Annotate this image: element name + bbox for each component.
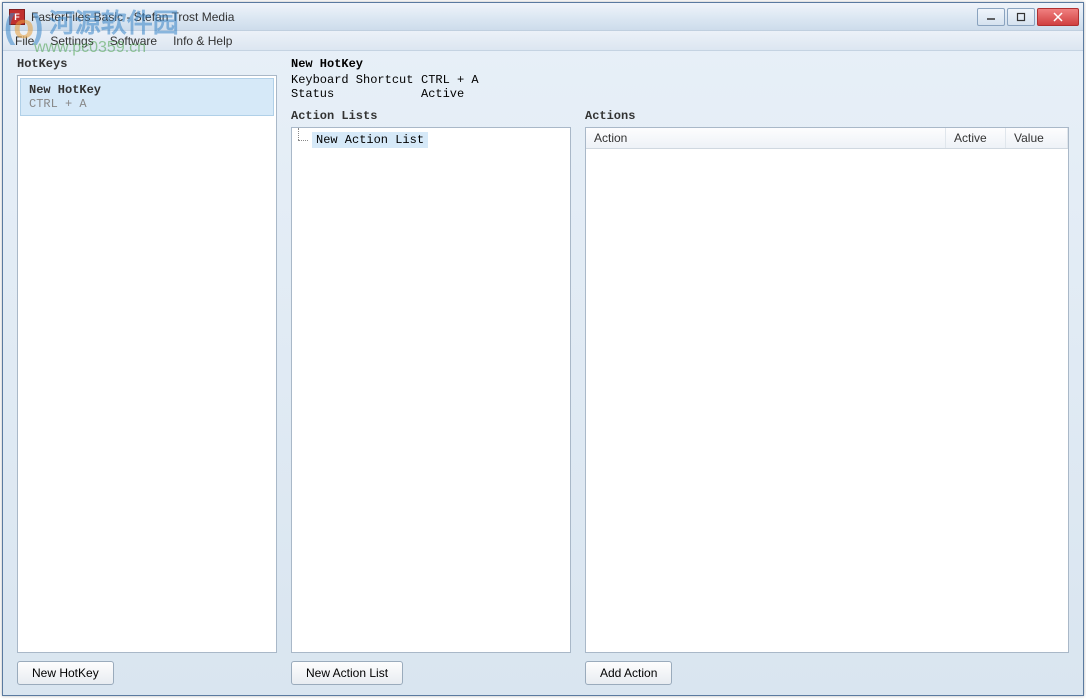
window-controls: [977, 8, 1079, 26]
add-action-button[interactable]: Add Action: [585, 661, 672, 685]
column-action[interactable]: Action: [586, 128, 946, 148]
actions-table-header: Action Active Value: [586, 128, 1068, 149]
actionlists-heading: Action Lists: [291, 109, 571, 123]
detail-name: New HotKey: [291, 57, 571, 71]
hotkeys-heading: HotKeys: [17, 57, 277, 71]
actions-heading: Actions: [585, 109, 1069, 123]
actionlist-item[interactable]: New Action List: [312, 132, 428, 148]
actionlists-tree[interactable]: New Action List: [291, 127, 571, 653]
hotkey-item-name: New HotKey: [29, 83, 265, 97]
detail-status-label: Status: [291, 87, 421, 101]
maximize-button[interactable]: [1007, 8, 1035, 26]
detail-shortcut-value: CTRL + A: [421, 73, 479, 87]
app-icon: F: [9, 9, 25, 25]
column-value[interactable]: Value: [1006, 128, 1068, 148]
new-actionlist-button[interactable]: New Action List: [291, 661, 403, 685]
hotkey-item-shortcut: CTRL + A: [29, 97, 265, 111]
menu-file[interactable]: File: [7, 32, 42, 50]
menu-software[interactable]: Software: [102, 32, 165, 50]
hotkey-item[interactable]: New HotKey CTRL + A: [20, 78, 274, 116]
window-title: FasterFiles Basic - Stefan Trost Media: [31, 10, 977, 24]
app-window: F FasterFiles Basic - Stefan Trost Media…: [2, 2, 1084, 696]
actions-panel: Actions Action Active Value Add Action: [585, 57, 1069, 685]
content-area: HotKeys New HotKey CTRL + A New HotKey N…: [3, 51, 1083, 695]
hotkey-details: New HotKey Keyboard Shortcut CTRL + A St…: [291, 57, 571, 101]
hotkeys-list[interactable]: New HotKey CTRL + A: [17, 75, 277, 653]
minimize-icon: [986, 12, 996, 22]
close-icon: [1053, 12, 1063, 22]
detail-status-value: Active: [421, 87, 464, 101]
menu-settings[interactable]: Settings: [42, 32, 101, 50]
actions-table[interactable]: Action Active Value: [585, 127, 1069, 653]
new-hotkey-button[interactable]: New HotKey: [17, 661, 114, 685]
maximize-icon: [1016, 12, 1026, 22]
menubar: File Settings Software Info & Help: [3, 31, 1083, 51]
hotkeys-panel: HotKeys New HotKey CTRL + A New HotKey: [17, 57, 277, 685]
close-button[interactable]: [1037, 8, 1079, 26]
column-active[interactable]: Active: [946, 128, 1006, 148]
detail-shortcut-label: Keyboard Shortcut: [291, 73, 421, 87]
titlebar[interactable]: F FasterFiles Basic - Stefan Trost Media: [3, 3, 1083, 31]
menu-info-help[interactable]: Info & Help: [165, 32, 240, 50]
actionlists-panel: New HotKey Keyboard Shortcut CTRL + A St…: [291, 57, 571, 685]
minimize-button[interactable]: [977, 8, 1005, 26]
